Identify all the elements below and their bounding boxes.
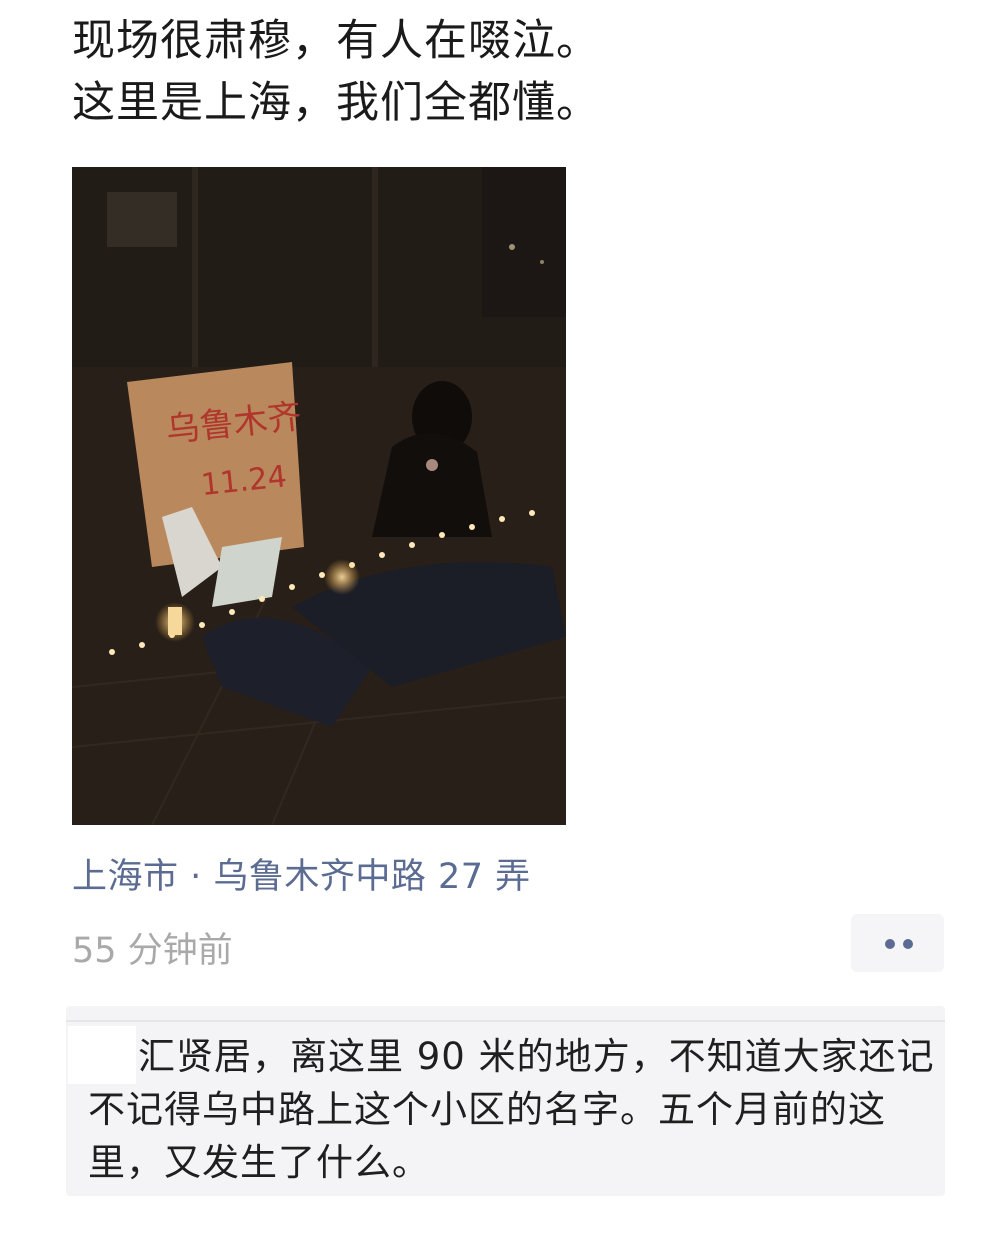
location-link[interactable]: 上海市 · 乌鲁木齐中路 27 弄	[72, 848, 531, 899]
more-dots-icon	[903, 939, 913, 949]
more-dots-icon	[885, 939, 895, 949]
post-text-line: 这里是上海，我们全都懂。	[72, 78, 600, 128]
more-options-button[interactable]	[851, 914, 944, 972]
post-photo[interactable]: 乌鲁木齐 11.24	[72, 167, 566, 825]
post-timestamp: 55 分钟前	[72, 931, 233, 971]
comment-text: 汇贤居，离这里 90 米的地方，不知道大家还记不记得乌中路上这个小区的名字。五个…	[88, 1035, 935, 1184]
post-text-line: 现场很肃穆，有人在啜泣。	[72, 16, 600, 66]
moments-post: 现场很肃穆，有人在啜泣。 这里是上海，我们全都懂。 乌鲁木齐 11.24 上海市…	[0, 0, 1007, 1236]
night-memorial-photo: 乌鲁木齐 11.24	[72, 167, 566, 825]
redacted-name	[68, 1026, 136, 1084]
comment-divider	[66, 1020, 945, 1022]
comment-area: 汇贤居，离这里 90 米的地方，不知道大家还记不记得乌中路上这个小区的名字。五个…	[66, 1006, 945, 1196]
post-text: 现场很肃穆，有人在啜泣。 这里是上海，我们全都懂。	[72, 10, 972, 134]
